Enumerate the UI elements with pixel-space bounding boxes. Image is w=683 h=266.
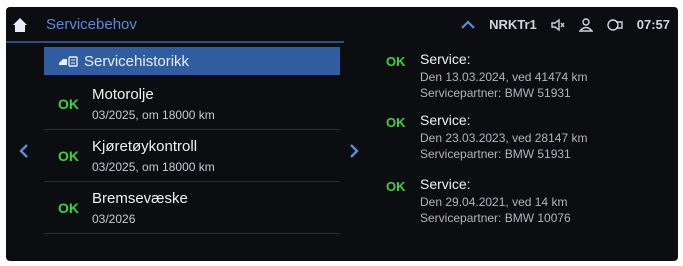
item-detail: 03/2025, om 18000 km xyxy=(92,108,215,122)
status-badge: OK xyxy=(386,54,406,69)
status-badge: OK xyxy=(386,115,406,130)
entry-date: Den 29.04.2021, ved 14 km xyxy=(420,195,568,209)
chevron-left-icon[interactable] xyxy=(16,141,32,161)
status-badge: OK xyxy=(58,148,79,164)
entry-date: Den 23.03.2023, ved 28147 km xyxy=(420,131,588,145)
list-item[interactable]: OK Motorolje 03/2025, om 18000 km xyxy=(44,79,340,130)
list-item[interactable]: OK Bremsevæske 03/2026 xyxy=(44,183,340,234)
status-badge: OK xyxy=(386,179,406,194)
service-needs-list: Servicehistorikk OK Motorolje 03/2025, o… xyxy=(44,45,340,261)
status-badge: OK xyxy=(58,200,79,216)
radio-station: NRKTr1 xyxy=(489,17,537,32)
status-bar: NRKTr1 07:57 xyxy=(461,17,670,32)
list-item[interactable]: OK Kjøretøykontroll 03/2025, om 18000 km xyxy=(44,131,340,182)
item-name: Kjøretøykontroll xyxy=(92,138,198,155)
clock: 07:57 xyxy=(636,17,670,32)
user-icon xyxy=(578,17,593,32)
item-name: Bremsevæske xyxy=(92,190,188,207)
service-history-label: Servicehistorikk xyxy=(84,52,190,70)
home-button[interactable] xyxy=(10,15,30,35)
entry-title: Service: xyxy=(420,51,471,67)
entry-date: Den 13.03.2024, ved 41474 km xyxy=(420,70,588,84)
home-icon xyxy=(13,18,27,32)
status-badge: OK xyxy=(58,96,79,112)
idrive-screen: Servicebehov NRKTr1 07:57 Servicehistori… xyxy=(6,7,678,261)
chevron-up-icon[interactable] xyxy=(461,19,475,30)
entry-partner: Servicepartner: BMW 10076 xyxy=(420,211,571,225)
connectivity-icon xyxy=(607,18,623,32)
service-history-panel: OK Service: Den 13.03.2024, ved 41474 km… xyxy=(374,45,674,261)
entry-partner: Servicepartner: BMW 51931 xyxy=(420,86,571,100)
entry-partner: Servicepartner: BMW 51931 xyxy=(420,147,571,161)
entry-title: Service: xyxy=(420,176,471,192)
service-car-icon xyxy=(58,55,78,67)
entry-title: Service: xyxy=(420,112,471,128)
title-underline xyxy=(6,41,344,43)
top-bar: Servicebehov NRKTr1 07:57 xyxy=(6,7,678,43)
item-name: Motorolje xyxy=(92,86,154,103)
service-history-item[interactable]: Servicehistorikk xyxy=(44,47,340,75)
chevron-right-icon[interactable] xyxy=(346,141,362,161)
item-detail: 03/2026 xyxy=(92,212,136,226)
speaker-mute-icon xyxy=(551,18,565,32)
page-title: Servicebehov xyxy=(46,16,137,33)
item-detail: 03/2025, om 18000 km xyxy=(92,160,215,174)
